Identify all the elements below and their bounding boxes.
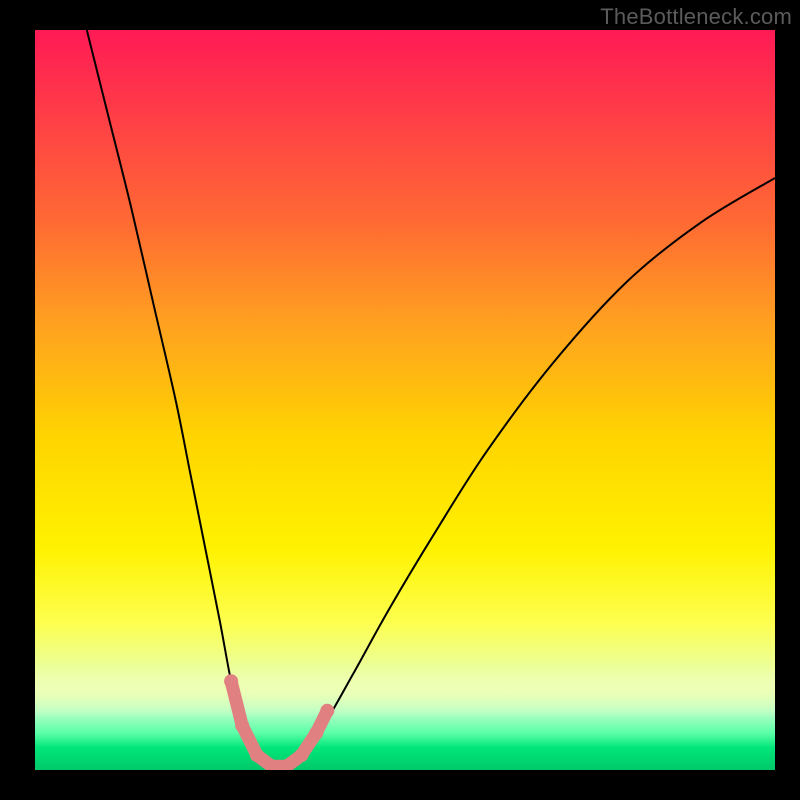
watermark-text: TheBottleneck.com <box>600 4 792 30</box>
marker-dot <box>250 748 264 762</box>
marker-group <box>224 674 334 770</box>
marker-dot <box>235 719 249 733</box>
marker-dot <box>280 759 294 770</box>
marker-dot <box>224 674 238 688</box>
highlight-band <box>35 666 775 718</box>
marker-segment <box>316 711 327 733</box>
marker-dot <box>309 726 323 740</box>
marker-segment <box>287 755 302 766</box>
chart-svg <box>35 30 775 770</box>
marker-segment <box>301 733 316 755</box>
marker-dot <box>265 759 279 770</box>
marker-segment <box>242 726 257 756</box>
outer-frame: TheBottleneck.com <box>0 0 800 800</box>
bottleneck-curve <box>87 30 775 768</box>
marker-dot <box>294 748 308 762</box>
chart-plot-area <box>35 30 775 770</box>
marker-dot <box>320 704 334 718</box>
marker-segment <box>257 755 272 766</box>
marker-segment <box>231 681 242 725</box>
